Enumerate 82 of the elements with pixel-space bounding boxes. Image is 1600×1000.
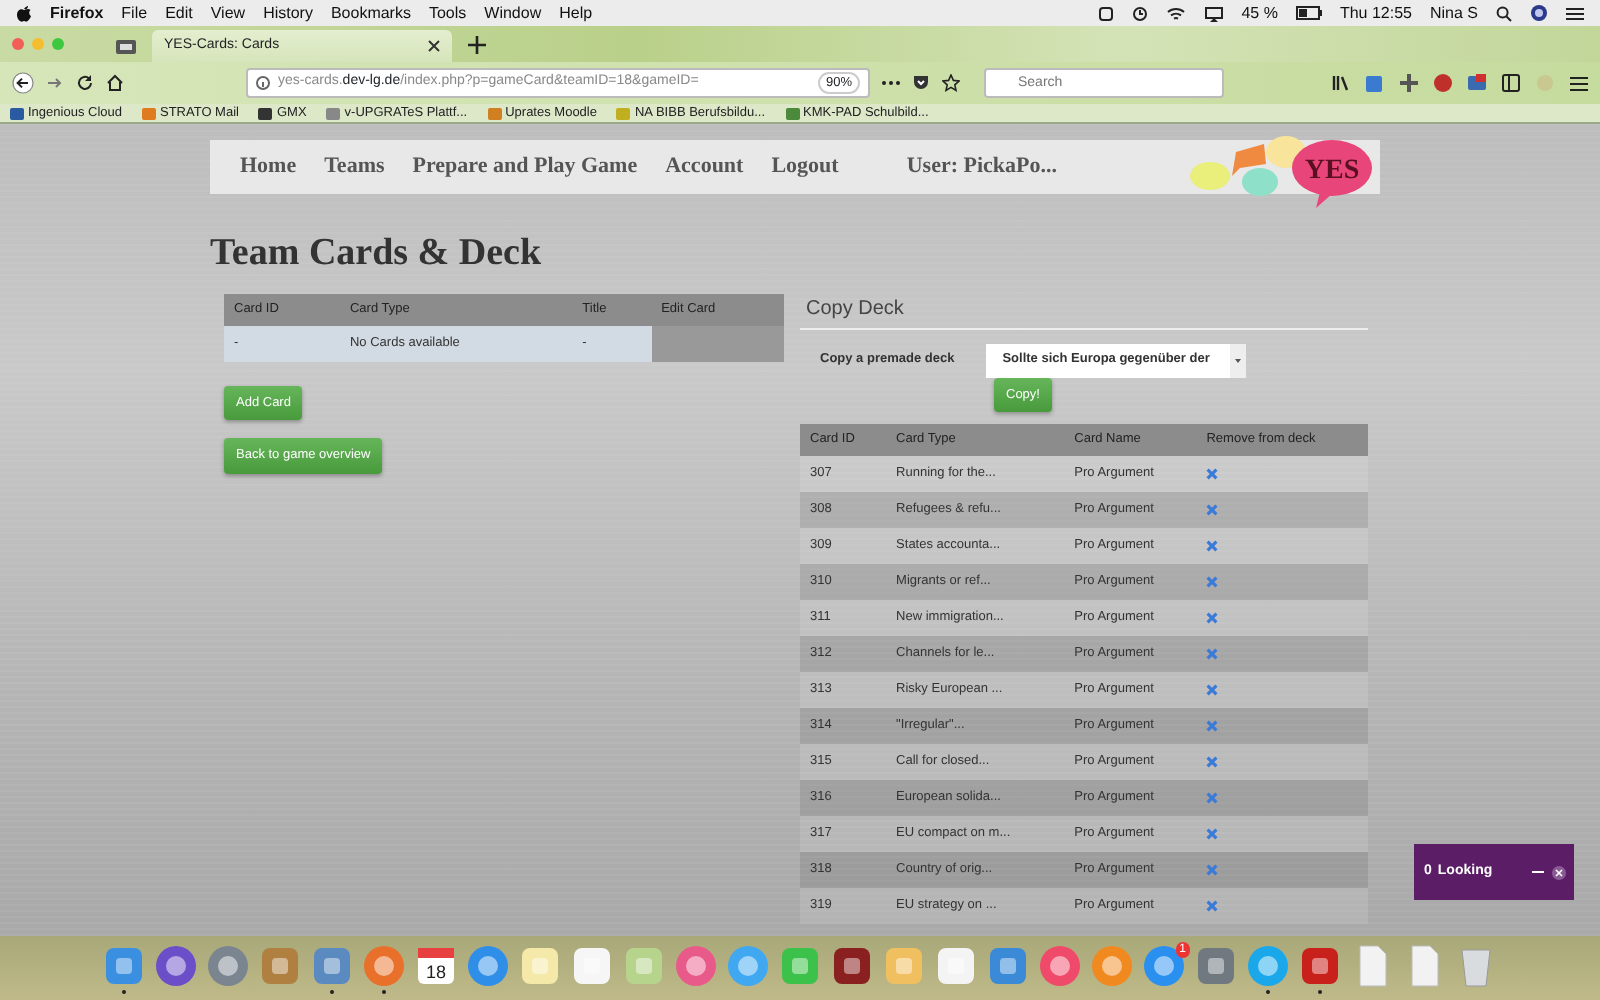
bookmark-icon [258, 107, 273, 119]
more-icon[interactable] [882, 80, 900, 86]
app-icon[interactable] [206, 943, 250, 987]
sidebar-icon[interactable] [1502, 74, 1520, 92]
app-icon[interactable] [570, 943, 614, 987]
zoom-button[interactable] [52, 38, 64, 50]
remove-icon[interactable] [1206, 467, 1219, 480]
remove-icon[interactable] [1206, 503, 1219, 516]
app-icon[interactable] [1298, 943, 1342, 987]
menu-item[interactable]: View [210, 1, 246, 25]
bookmark-icon [616, 107, 631, 119]
remove-icon[interactable] [1206, 539, 1219, 552]
close-icon[interactable] [428, 40, 440, 52]
remove-icon[interactable] [1206, 719, 1219, 732]
menu-item[interactable]: Bookmarks [330, 1, 411, 25]
app-icon[interactable] [466, 943, 510, 987]
bookmark-icon [785, 107, 800, 119]
remove-icon[interactable] [1206, 827, 1219, 840]
menu-item[interactable]: Firefox [50, 1, 104, 25]
nav-link[interactable]: Account [665, 150, 744, 184]
nav-link[interactable]: Home [240, 150, 297, 184]
app-icon[interactable] [986, 943, 1030, 987]
app-icon[interactable] [1038, 943, 1082, 987]
nav-link[interactable]: Prepare and Play Game [412, 150, 638, 184]
app-icon[interactable] [154, 943, 198, 987]
clock-icon[interactable] [1131, 5, 1148, 21]
app-icon[interactable] [518, 943, 562, 987]
bookmark-icon [141, 107, 156, 119]
site-icon [116, 39, 136, 53]
apple-icon[interactable] [16, 4, 32, 22]
globe-icon[interactable] [1530, 4, 1548, 22]
menu-item[interactable]: File [121, 1, 148, 25]
pocket-icon[interactable] [912, 74, 930, 92]
battery-icon[interactable] [1295, 6, 1322, 20]
back-icon[interactable] [12, 72, 34, 94]
remove-icon[interactable] [1206, 863, 1219, 876]
reload-icon[interactable] [76, 74, 94, 92]
menu-item[interactable]: Edit [165, 1, 193, 25]
calendar-icon[interactable]: 18 [414, 943, 458, 987]
logo: YES [1180, 132, 1376, 208]
menu-item[interactable]: Help [559, 1, 593, 25]
search-icon[interactable] [1496, 5, 1512, 21]
new-tab-icon[interactable] [468, 35, 486, 53]
display-icon[interactable] [1203, 5, 1224, 21]
library-icon[interactable] [1332, 74, 1350, 92]
menu-item[interactable]: Window [484, 1, 542, 25]
info-icon[interactable] [256, 76, 270, 90]
app-icon[interactable] [934, 943, 978, 987]
bookmark-icon [487, 107, 502, 119]
close-button[interactable] [12, 38, 24, 50]
minimize-icon[interactable] [1532, 866, 1544, 878]
menu-icon[interactable] [1566, 5, 1584, 21]
star-icon[interactable] [942, 74, 960, 92]
bookmark-icon [10, 107, 24, 119]
remove-icon[interactable] [1206, 647, 1219, 660]
page-title: Team Cards & Deck [210, 230, 544, 278]
user-label: User: PickaPo... [906, 152, 1057, 183]
app-icon[interactable] [258, 943, 302, 987]
remove-icon[interactable] [1206, 755, 1219, 768]
app-icon[interactable] [674, 943, 718, 987]
remove-icon[interactable] [1206, 575, 1219, 588]
nav-link[interactable]: Logout [771, 150, 839, 184]
wifi-icon[interactable] [1165, 5, 1186, 21]
menu-icon[interactable] [1570, 75, 1588, 91]
remove-icon[interactable] [1206, 683, 1219, 696]
home-icon[interactable] [106, 74, 124, 92]
app-icon[interactable] [1194, 943, 1238, 987]
app-icon[interactable] [310, 943, 354, 987]
user-name[interactable]: Nina S [1429, 1, 1478, 25]
nav-link[interactable]: Teams [324, 150, 385, 184]
remove-icon[interactable] [1206, 899, 1219, 912]
menu-item[interactable]: History [263, 1, 313, 25]
app-icon[interactable] [830, 943, 874, 987]
menu-item[interactable]: Tools [428, 1, 467, 25]
clock: Thu 12:55 [1339, 1, 1412, 25]
forward-icon[interactable] [46, 74, 64, 92]
section-heading: Copy Deck [800, 293, 1368, 329]
app-icon[interactable] [1142, 943, 1186, 987]
bookmark-icon [326, 107, 341, 119]
remove-icon[interactable] [1206, 611, 1219, 624]
remove-icon[interactable] [1206, 791, 1219, 804]
battery-percentage: 45 % [1241, 1, 1278, 25]
